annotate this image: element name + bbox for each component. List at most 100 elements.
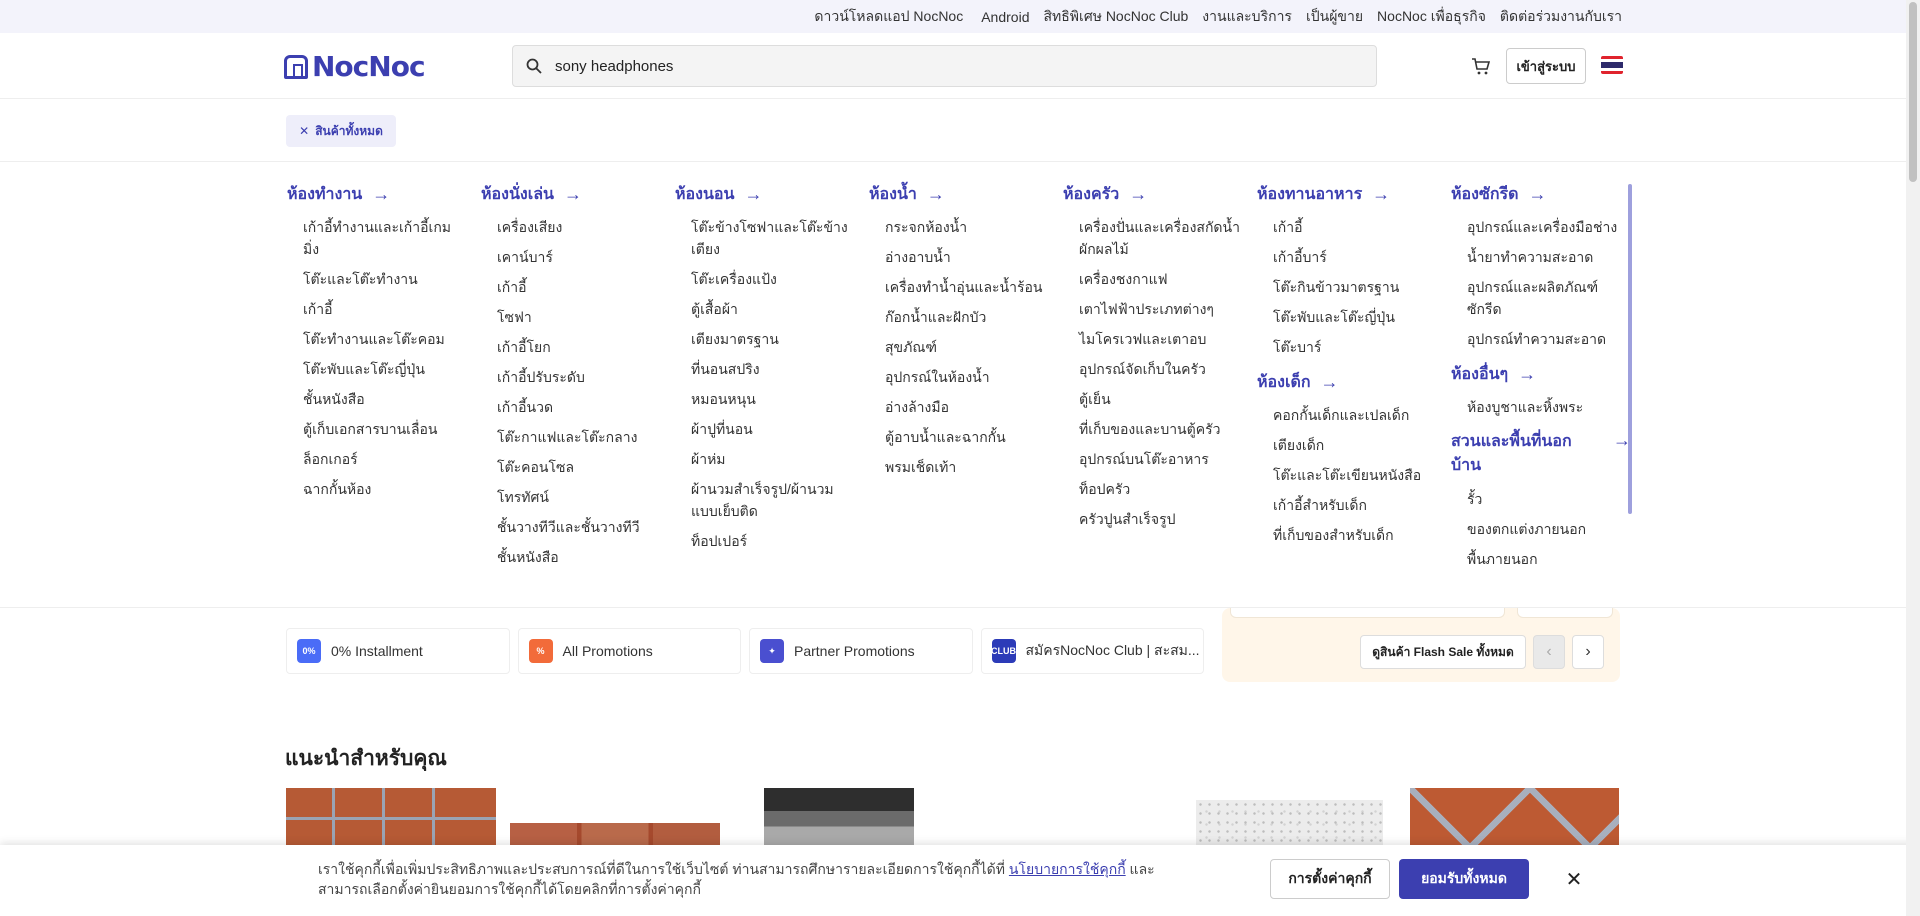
- chevron-left-icon[interactable]: ‹: [1533, 635, 1565, 669]
- close-icon[interactable]: ✕: [1560, 865, 1588, 893]
- topstrip-link-club[interactable]: สิทธิพิเศษ NocNoc Club: [1043, 6, 1188, 28]
- menu-item[interactable]: ของตกแต่งภายนอก: [1451, 514, 1631, 544]
- menu-title-kitchen[interactable]: ห้องครัว →: [1063, 182, 1243, 206]
- menu-item[interactable]: โต๊ะและโต๊ะเขียนหนังสือ: [1257, 460, 1437, 490]
- menu-item[interactable]: โทรทัศน์: [481, 482, 661, 512]
- menu-item[interactable]: ผ้านวมสำเร็จรูป/ผ้านวมแบบเย็บติด: [675, 474, 855, 526]
- menu-item[interactable]: อ่างอาบน้ำ: [869, 242, 1049, 272]
- menu-item[interactable]: โต๊ะและโต๊ะทำงาน: [287, 264, 467, 294]
- thai-flag-language-icon[interactable]: [1601, 56, 1623, 74]
- topstrip-link-seller[interactable]: เป็นผู้ขาย: [1306, 6, 1363, 28]
- menu-item[interactable]: เครื่องปั่นและเครื่องสกัดน้ำผักผลไม้: [1063, 212, 1243, 264]
- menu-title-garden[interactable]: สวนและพื้นที่นอกบ้าน →: [1451, 430, 1631, 478]
- menu-item[interactable]: พื้นภายนอก: [1451, 544, 1631, 574]
- menu-title-bedroom[interactable]: ห้องนอน →: [675, 182, 855, 206]
- menu-item[interactable]: น้ำยาทำความสะอาด: [1451, 242, 1631, 272]
- menu-title-bathroom[interactable]: ห้องน้ำ →: [869, 182, 1049, 206]
- menu-item[interactable]: โต๊ะคอนโซล: [481, 452, 661, 482]
- topstrip-link-android[interactable]: Android: [981, 9, 1029, 25]
- topstrip-link-business[interactable]: NocNoc เพื่อธุรกิจ: [1377, 6, 1486, 28]
- menu-item[interactable]: ครัวปูนสำเร็จรูป: [1063, 504, 1243, 534]
- menu-item[interactable]: ชั้นวางทีวีและชั้นวางทีวี: [481, 512, 661, 542]
- menu-item[interactable]: ชั้นหนังสือ: [287, 384, 467, 414]
- menu-title-other-rooms[interactable]: ห้องอื่นๆ →: [1451, 362, 1631, 386]
- menu-item[interactable]: เก้าอี้สำหรับเด็ก: [1257, 490, 1437, 520]
- menu-item[interactable]: โต๊ะเครื่องแป้ง: [675, 264, 855, 294]
- menu-item[interactable]: สุขภัณฑ์: [869, 332, 1049, 362]
- cart-button[interactable]: [1470, 55, 1492, 77]
- menu-item[interactable]: เก้าอี้ทำงานและเก้าอี้เกมมิ่ง: [287, 212, 467, 264]
- menu-title-office[interactable]: ห้องทำงาน →: [287, 182, 467, 206]
- promo-partner[interactable]: ✦ Partner Promotions: [749, 628, 973, 674]
- menu-item[interactable]: อ่างล้างมือ: [869, 392, 1049, 422]
- menu-scrollbar[interactable]: [1628, 184, 1632, 514]
- menu-item[interactable]: อุปกรณ์ในห้องน้ำ: [869, 362, 1049, 392]
- search-button[interactable]: [513, 45, 555, 87]
- menu-item[interactable]: ไมโครเวฟและเตาอบ: [1063, 324, 1243, 354]
- menu-item[interactable]: เตียงเด็ก: [1257, 430, 1437, 460]
- menu-item[interactable]: โต๊ะข้างโซฟาและโต๊ะข้างเตียง: [675, 212, 855, 264]
- menu-item[interactable]: เก้าอี้บาร์: [1257, 242, 1437, 272]
- nocnoc-logo[interactable]: NocNoc: [284, 50, 426, 83]
- menu-item[interactable]: ห้องบูชาและหิ้งพระ: [1451, 392, 1631, 422]
- menu-item[interactable]: พรมเช็ดเท้า: [869, 452, 1049, 482]
- menu-item[interactable]: อุปกรณ์บนโต๊ะอาหาร: [1063, 444, 1243, 474]
- flash-sale-see-all-button[interactable]: ดูสินค้า Flash Sale ทั้งหมด: [1360, 635, 1526, 669]
- promo-club[interactable]: CLUB สมัครNocNoc Club | สะสม...: [980, 628, 1204, 674]
- menu-item[interactable]: ตู้อาบน้ำและฉากกั้น: [869, 422, 1049, 452]
- menu-title-dining[interactable]: ห้องทานอาหาร →: [1257, 182, 1437, 206]
- menu-item[interactable]: เก้าอี้: [481, 272, 661, 302]
- menu-item[interactable]: เก้าอี้นวด: [481, 392, 661, 422]
- search-input[interactable]: sony headphones: [555, 58, 673, 75]
- menu-item[interactable]: โต๊ะทำงานและโต๊ะคอม: [287, 324, 467, 354]
- menu-title-living[interactable]: ห้องนั่งเล่น →: [481, 182, 661, 206]
- menu-item[interactable]: อุปกรณ์และเครื่องมือช่าง: [1451, 212, 1631, 242]
- cookie-settings-button[interactable]: การตั้งค่าคุกกี้: [1270, 859, 1390, 899]
- menu-item[interactable]: เก้าอี้ปรับระดับ: [481, 362, 661, 392]
- menu-item[interactable]: ตู้เสื้อผ้า: [675, 294, 855, 324]
- menu-item[interactable]: โต๊ะพับและโต๊ะญี่ปุ่น: [1257, 302, 1437, 332]
- menu-item[interactable]: ท็อปครัว: [1063, 474, 1243, 504]
- chevron-right-icon[interactable]: ›: [1572, 635, 1604, 669]
- promo-all[interactable]: % All Promotions: [517, 628, 741, 674]
- menu-item[interactable]: ล็อกเกอร์: [287, 444, 467, 474]
- menu-item[interactable]: เตียงมาตรฐาน: [675, 324, 855, 354]
- all-categories-button[interactable]: ✕ สินค้าทั้งหมด: [286, 115, 396, 147]
- menu-item[interactable]: ฉากกั้นห้อง: [287, 474, 467, 504]
- menu-item[interactable]: อุปกรณ์จัดเก็บในครัว: [1063, 354, 1243, 384]
- menu-item[interactable]: เครื่องทำน้ำอุ่นและน้ำร้อน: [869, 272, 1049, 302]
- menu-item[interactable]: หมอนหนุน: [675, 384, 855, 414]
- promo-installment[interactable]: 0% 0% Installment: [286, 628, 510, 674]
- topstrip-link-careers[interactable]: ติดต่อร่วมงานกับเรา: [1500, 6, 1622, 28]
- search-bar[interactable]: sony headphones: [512, 45, 1377, 87]
- menu-item[interactable]: โต๊ะกินข้าวมาตรฐาน: [1257, 272, 1437, 302]
- topstrip-link-services[interactable]: งานและบริการ: [1202, 6, 1292, 28]
- menu-item[interactable]: ที่เก็บของและบานตู้ครัว: [1063, 414, 1243, 444]
- menu-item[interactable]: เก้าอี้: [287, 294, 467, 324]
- menu-item[interactable]: ผ้าปูที่นอน: [675, 414, 855, 444]
- menu-item[interactable]: ที่นอนสปริง: [675, 354, 855, 384]
- menu-item[interactable]: อุปกรณ์และผลิตภัณฑ์ซักรีด: [1451, 272, 1631, 324]
- menu-item[interactable]: ท็อปเปอร์: [675, 526, 855, 556]
- menu-item[interactable]: ที่เก็บของสำหรับเด็ก: [1257, 520, 1437, 550]
- scrollbar-thumb[interactable]: [1909, 2, 1917, 182]
- menu-item[interactable]: โซฟา: [481, 302, 661, 332]
- menu-item[interactable]: ตู้เย็น: [1063, 384, 1243, 414]
- accept-all-cookies-button[interactable]: ยอมรับทั้งหมด: [1399, 859, 1529, 899]
- menu-item[interactable]: เครื่องชงกาแฟ: [1063, 264, 1243, 294]
- menu-item[interactable]: โต๊ะกาแฟและโต๊ะกลาง: [481, 422, 661, 452]
- menu-item[interactable]: โต๊ะพับและโต๊ะญี่ปุ่น: [287, 354, 467, 384]
- menu-item[interactable]: ชั้นหนังสือ: [481, 542, 661, 572]
- menu-title-laundry[interactable]: ห้องซักรีด →: [1451, 182, 1631, 206]
- menu-item[interactable]: เคาน์บาร์: [481, 242, 661, 272]
- menu-title-kids[interactable]: ห้องเด็ก →: [1257, 370, 1437, 394]
- menu-item[interactable]: เก้าอี้โยก: [481, 332, 661, 362]
- menu-item[interactable]: โต๊ะบาร์: [1257, 332, 1437, 362]
- menu-item[interactable]: ตู้เก็บเอกสารบานเลื่อน: [287, 414, 467, 444]
- page-scrollbar[interactable]: [1906, 0, 1920, 916]
- menu-item[interactable]: เก้าอี้: [1257, 212, 1437, 242]
- cookie-policy-link[interactable]: นโยบายการใช้คุกกี้: [1009, 861, 1126, 877]
- menu-item[interactable]: เตาไฟฟ้าประเภทต่างๆ: [1063, 294, 1243, 324]
- menu-item[interactable]: รั้ว: [1451, 484, 1631, 514]
- menu-item[interactable]: คอกกั้นเด็กและเปลเด็ก: [1257, 400, 1437, 430]
